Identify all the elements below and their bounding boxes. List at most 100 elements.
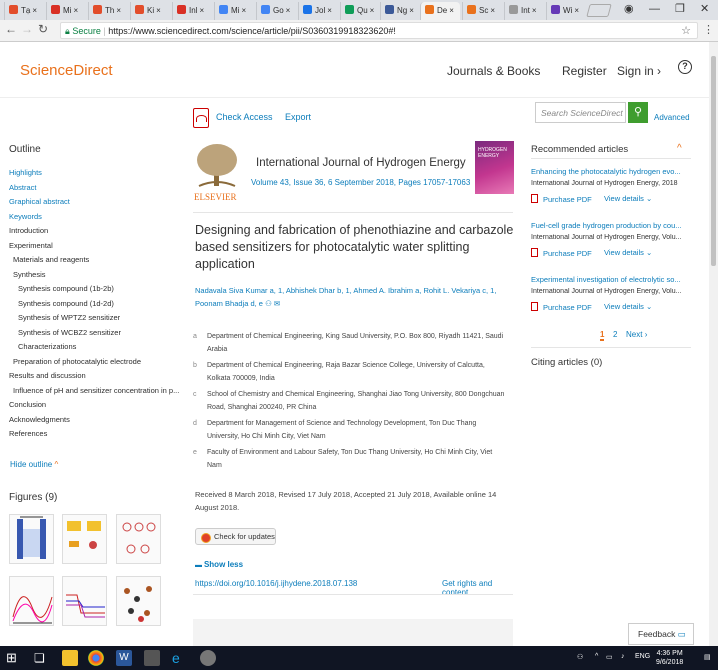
reload-icon[interactable]: ↻ <box>38 22 48 36</box>
sign-in-link[interactable]: Sign in › <box>617 64 661 78</box>
help-icon[interactable]: ? <box>678 60 692 74</box>
check-access-link[interactable]: Check Access <box>216 112 273 122</box>
next-page-link[interactable]: Next › <box>626 330 647 339</box>
outline-item[interactable]: Synthesis compound (1d-2d) <box>18 299 114 308</box>
outline-item[interactable]: Introduction <box>9 226 48 235</box>
forward-icon[interactable]: → <box>21 22 33 36</box>
pdf-icon[interactable] <box>193 108 209 128</box>
recommended-article-title[interactable]: Enhancing the photocatalytic hydrogen ev… <box>531 167 691 176</box>
scrollbar-thumb[interactable] <box>711 56 716 266</box>
elsevier-logo[interactable]: ELSEVIER <box>193 142 241 206</box>
close-tab-icon[interactable]: × <box>327 6 332 15</box>
people-icon[interactable]: ⚇ <box>577 653 583 661</box>
recommended-article-title[interactable]: Fuel-cell grade hydrogen production by c… <box>531 221 691 230</box>
browser-tab[interactable]: Ng × <box>380 2 420 20</box>
view-details-link[interactable]: View details ⌄ <box>604 194 652 203</box>
browser-tab[interactable]: Inl × <box>172 2 212 20</box>
close-tab-icon[interactable]: × <box>286 6 291 15</box>
maximize-button[interactable]: ❐ <box>675 0 685 18</box>
outline-item[interactable]: Synthesis of WPTZ2 sensitizer <box>18 313 120 322</box>
outline-item[interactable]: Graphical abstract <box>9 197 70 206</box>
network-icon[interactable]: ▭ <box>606 653 613 661</box>
new-tab-button[interactable] <box>586 4 612 17</box>
outline-item[interactable]: Synthesis compound (1b-2b) <box>18 284 114 293</box>
doi-link[interactable]: https://doi.org/10.1016/j.ijhydene.2018.… <box>195 579 357 588</box>
outline-item[interactable]: Characterizations <box>18 342 76 351</box>
chrome-icon[interactable] <box>88 650 104 666</box>
page-1-link[interactable]: 1 <box>600 330 605 341</box>
journal-meta[interactable]: Volume 43, Issue 36, 6 September 2018, P… <box>251 178 470 187</box>
purchase-pdf-link[interactable]: Purchase PDF <box>531 302 592 312</box>
back-icon[interactable]: ← <box>5 22 17 36</box>
export-link[interactable]: Export <box>285 112 311 122</box>
browser-tab[interactable]: Qu × <box>340 2 380 20</box>
browser-tab[interactable]: Sc × <box>462 2 502 20</box>
figure-thumbnail[interactable] <box>62 514 107 564</box>
edge-icon[interactable]: e <box>172 650 188 666</box>
tray-arrow-icon[interactable]: ^ <box>595 653 598 660</box>
close-tab-icon[interactable]: × <box>32 6 37 15</box>
search-input[interactable]: Search ScienceDirect <box>535 102 626 123</box>
figure-thumbnail[interactable] <box>9 514 54 564</box>
figure-thumbnail[interactable] <box>116 576 161 626</box>
journals-books-link[interactable]: Journals & Books <box>447 64 540 78</box>
person-icon[interactable]: ⚇ <box>265 299 272 308</box>
sciencedirect-logo[interactable]: ScienceDirect <box>20 62 113 79</box>
purchase-pdf-link[interactable]: Purchase PDF <box>531 194 592 204</box>
journal-title[interactable]: International Journal of Hydrogen Energy <box>256 157 466 169</box>
notification-icon[interactable]: ▤ <box>704 653 711 661</box>
close-window-button[interactable]: ✕ <box>700 0 709 18</box>
browser-tab[interactable]: Tạ × <box>4 2 44 20</box>
close-tab-icon[interactable]: × <box>370 6 375 15</box>
profile-icon[interactable]: ◉ <box>624 0 634 18</box>
outline-item[interactable]: Acknowledgments <box>9 415 70 424</box>
clock[interactable]: 4:36 PM 9/6/2018 <box>656 649 683 667</box>
recommended-article-title[interactable]: Experimental investigation of electrolyt… <box>531 275 691 284</box>
outline-item[interactable]: Influence of pH and sensitizer concentra… <box>13 386 179 395</box>
browser-tab[interactable]: Jol × <box>298 2 338 20</box>
outline-item[interactable]: Keywords <box>9 212 42 221</box>
language-indicator[interactable]: ENG <box>635 653 650 660</box>
outline-item[interactable]: Preparation of photocatalytic electrode <box>13 357 141 366</box>
volume-icon[interactable]: ♪ <box>621 653 625 660</box>
word-icon[interactable]: W <box>116 650 132 666</box>
app-icon[interactable] <box>200 650 216 666</box>
browser-tab[interactable]: De × <box>420 2 460 20</box>
outline-item[interactable]: Experimental <box>9 241 53 250</box>
author-list[interactable]: Nadavala Siva Kumar a, 1, Abhishek Dhar … <box>195 284 513 310</box>
purchase-pdf-link[interactable]: Purchase PDF <box>531 248 592 258</box>
hide-outline-link[interactable]: Hide outline ^ <box>10 460 58 469</box>
search-button[interactable]: ⚲ <box>628 102 648 123</box>
show-less-toggle[interactable]: ▬ Show less <box>195 560 243 569</box>
close-tab-icon[interactable]: × <box>241 6 246 15</box>
close-tab-icon[interactable]: × <box>490 6 495 15</box>
browser-menu-icon[interactable]: ⋮ <box>703 23 714 36</box>
browser-tab[interactable]: Th × <box>88 2 128 20</box>
close-tab-icon[interactable]: × <box>73 6 78 15</box>
bookmark-star-icon[interactable]: ☆ <box>681 23 691 39</box>
browser-tab[interactable]: Int × <box>504 2 544 20</box>
view-details-link[interactable]: View details ⌄ <box>604 302 652 311</box>
check-for-updates-button[interactable]: Check for updates <box>195 528 276 545</box>
close-tab-icon[interactable]: × <box>199 6 204 15</box>
browser-tab[interactable]: Go × <box>256 2 296 20</box>
close-tab-icon[interactable]: × <box>449 6 454 15</box>
browser-tab[interactable]: Ki × <box>130 2 170 20</box>
outline-item[interactable]: Results and discussion <box>9 371 86 380</box>
figure-thumbnail[interactable] <box>9 576 54 626</box>
outline-item[interactable]: Materials and reagents <box>13 255 89 264</box>
figure-thumbnail[interactable] <box>62 576 107 626</box>
close-tab-icon[interactable]: × <box>574 6 579 15</box>
windows-start-icon[interactable]: ⊞ <box>6 650 22 666</box>
chevron-up-icon[interactable]: ^ <box>677 143 682 154</box>
outline-item[interactable]: Synthesis of WCBZ2 sensitizer <box>18 328 121 337</box>
register-link[interactable]: Register <box>562 64 607 78</box>
citing-articles-title[interactable]: Citing articles (0) <box>531 357 602 368</box>
figure-thumbnail[interactable] <box>116 514 161 564</box>
email-icon[interactable]: ✉ <box>274 299 280 308</box>
page-2-link[interactable]: 2 <box>613 330 617 339</box>
close-tab-icon[interactable]: × <box>409 6 414 15</box>
journal-cover[interactable]: HYDROGEN ENERGY <box>475 141 514 194</box>
outline-item[interactable]: Synthesis <box>13 270 46 279</box>
minimize-button[interactable]: — <box>649 0 660 18</box>
